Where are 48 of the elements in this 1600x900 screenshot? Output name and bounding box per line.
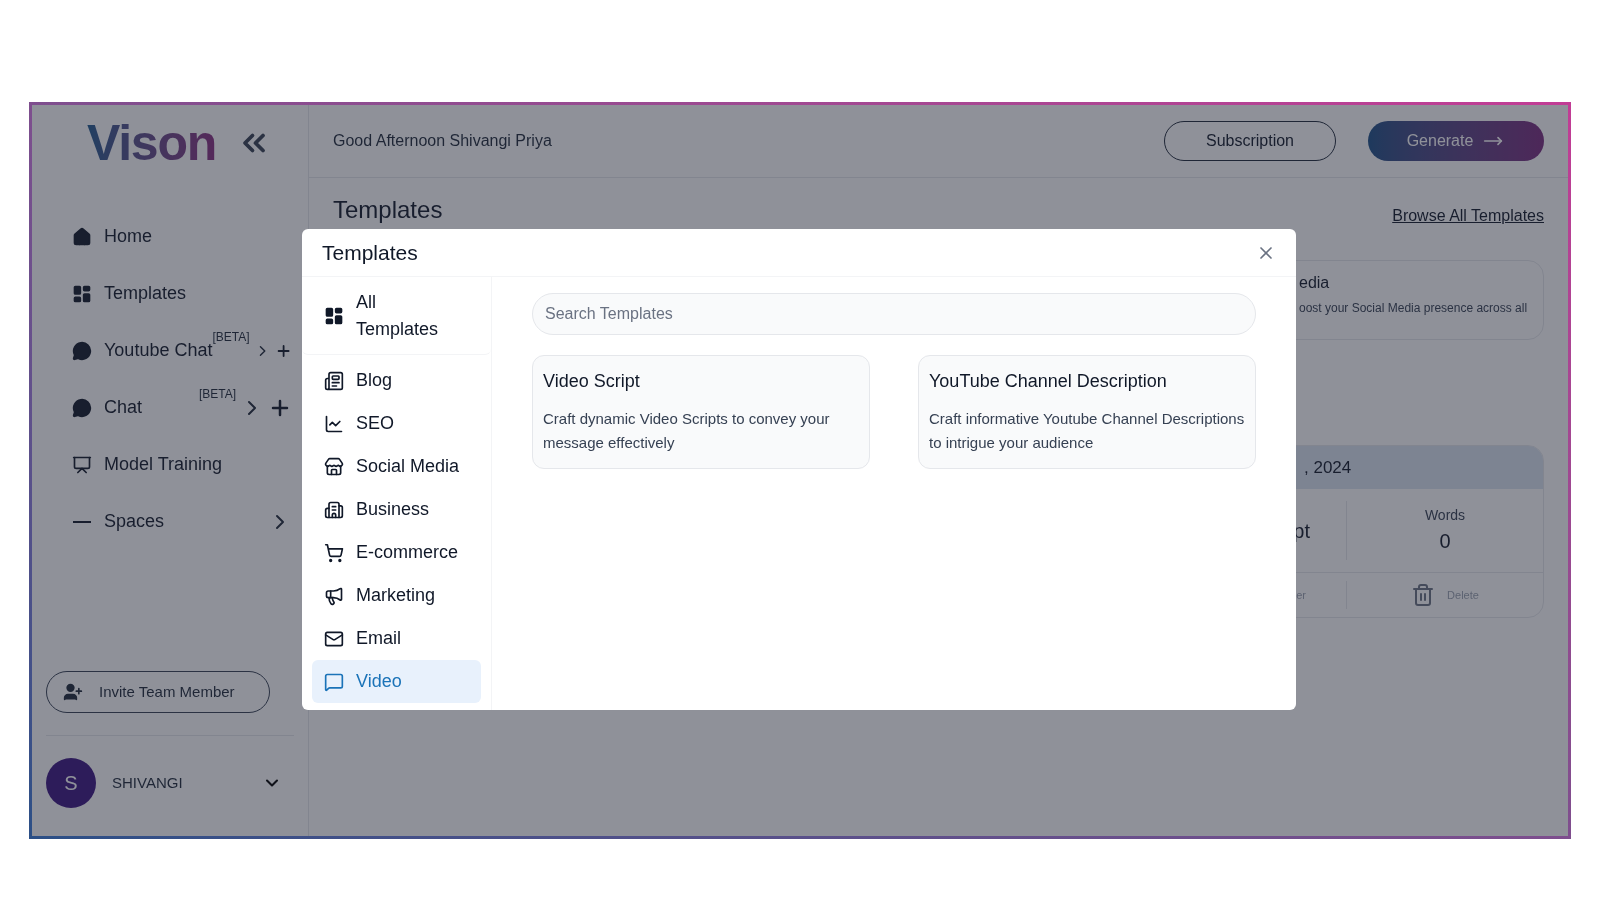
card-description: oost your Social Media presence across all bbox=[1299, 300, 1529, 317]
category-item[interactable]: All Templates bbox=[302, 277, 491, 355]
card-title: edia bbox=[1299, 273, 1331, 293]
template-card[interactable]: YouTube Channel Description Craft informative Youtube Channel Descriptions to intrigue your audience bbox=[918, 355, 1256, 469]
greeting: Good Afternoon Shivangi Priya bbox=[333, 131, 553, 151]
user-name: SHIVANGI bbox=[112, 772, 184, 793]
beta-label: [BETA] bbox=[198, 386, 236, 403]
category-item[interactable]: E-commerce bbox=[312, 531, 481, 574]
category-item[interactable]: Video bbox=[312, 660, 481, 703]
chat-bubble-icon bbox=[72, 397, 92, 418]
generate-button[interactable]: Generate bbox=[1368, 121, 1544, 161]
card-title: YouTube Channel Description bbox=[929, 370, 1168, 393]
megaphone-icon bbox=[324, 585, 344, 606]
beta-label: [BETA] bbox=[212, 329, 250, 344]
template-card[interactable]: Video Script Craft dynamic Video Scripts to convey your message effectively bbox=[532, 355, 870, 469]
words-count: 0 bbox=[1439, 529, 1451, 554]
cart-icon bbox=[324, 542, 344, 563]
layout-icon bbox=[72, 283, 92, 304]
avatar: S bbox=[46, 758, 96, 808]
words-label: Words bbox=[1424, 506, 1466, 525]
nav-item[interactable]: Home bbox=[72, 223, 292, 250]
dash-icon bbox=[73, 520, 91, 523]
category-item[interactable]: SEO bbox=[312, 402, 481, 445]
nav-item[interactable]: Youtube Chat bbox=[72, 337, 213, 364]
store-icon bbox=[324, 456, 344, 477]
category-item[interactable]: Business bbox=[312, 488, 481, 531]
add-user-icon bbox=[63, 682, 83, 702]
chart-icon bbox=[324, 413, 344, 434]
browse-all-link[interactable]: Browse All Templates bbox=[1392, 204, 1544, 228]
nav-item[interactable]: Model Training bbox=[72, 451, 292, 478]
card-title: Video Script bbox=[543, 370, 641, 393]
nav-item[interactable]: Spaces bbox=[72, 508, 268, 535]
category-item[interactable]: Marketing bbox=[312, 574, 481, 617]
category-item[interactable]: Email bbox=[312, 617, 481, 660]
building-icon bbox=[324, 499, 344, 520]
layout-icon bbox=[324, 305, 344, 326]
chat-bubble-icon bbox=[72, 340, 92, 361]
presentation-icon bbox=[72, 454, 92, 475]
category-item[interactable]: Blog bbox=[312, 359, 481, 402]
user-menu[interactable]: S SHIVANGI bbox=[46, 758, 294, 808]
nav-item[interactable]: Chat bbox=[72, 394, 199, 421]
trash-icon bbox=[1411, 583, 1436, 607]
page-heading: Templates bbox=[333, 195, 443, 225]
dialog-title: Templates bbox=[322, 239, 418, 266]
newspaper-icon bbox=[324, 370, 344, 391]
nav-item[interactable]: Templates bbox=[72, 280, 292, 307]
house-icon bbox=[72, 226, 92, 247]
search-field[interactable]: Search Templates bbox=[532, 293, 1256, 335]
